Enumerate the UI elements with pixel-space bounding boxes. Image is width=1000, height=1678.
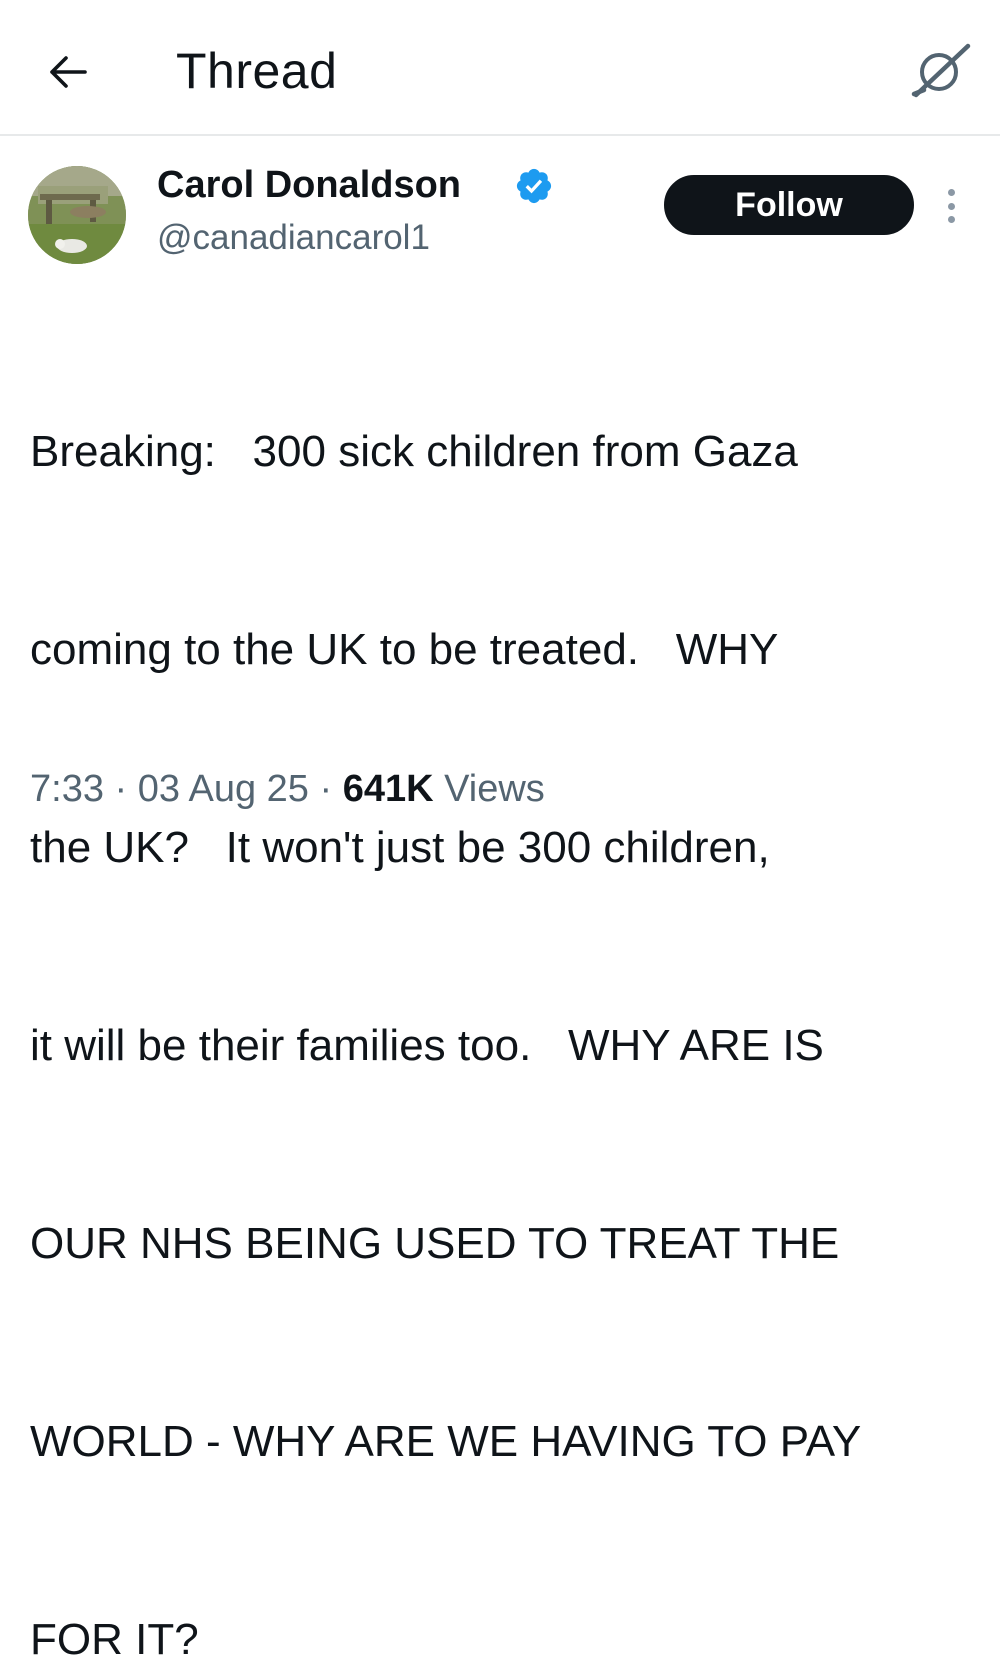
follow-button[interactable]: Follow	[664, 175, 914, 235]
page-title: Thread	[176, 43, 338, 99]
back-button[interactable]	[44, 48, 92, 96]
tweet-text-line: WORLD - WHY ARE WE HAVING TO PAY	[30, 1417, 862, 1466]
more-dot-icon	[947, 216, 955, 223]
tweet-metadata: 7:33 · 03 Aug 25 · 641K Views	[30, 762, 545, 816]
avatar[interactable]	[28, 166, 126, 264]
avatar-image	[28, 166, 126, 264]
tweet-text-line: OUR NHS BEING USED TO TREAT THE	[30, 1219, 840, 1268]
top-bar: Thread	[0, 0, 1000, 136]
tweet-text-line: FOR IT?	[30, 1615, 199, 1664]
tweet-text-line: the UK? It won't just be 300 children,	[30, 823, 770, 872]
grok-icon	[911, 43, 971, 98]
tweet-time[interactable]: 7:33	[30, 768, 104, 810]
arrow-left-icon	[50, 56, 87, 88]
tweet-date[interactable]: 03 Aug 25	[138, 768, 309, 810]
verified-badge-icon	[516, 168, 552, 204]
tweet-text-line: coming to the UK to be treated. WHY	[30, 625, 779, 674]
more-options-button[interactable]	[936, 183, 966, 229]
grok-button[interactable]	[908, 40, 974, 100]
tweet-text-line: Breaking: 300 sick children from Gaza	[30, 427, 798, 476]
author-handle[interactable]: @canadiancarol1	[157, 216, 430, 260]
author-display-name[interactable]: Carol Donaldson	[157, 162, 461, 208]
meta-separator: ·	[308, 768, 343, 810]
views-count[interactable]: 641K	[343, 768, 434, 810]
more-dot-icon	[947, 189, 955, 196]
meta-separator: ·	[103, 768, 138, 810]
more-dot-icon	[947, 202, 955, 210]
tweet-text: Breaking: 300 sick children from Gaza co…	[30, 287, 980, 1678]
views-label: Views	[433, 768, 545, 810]
tweet-text-line: it will be their families too. WHY ARE I…	[30, 1021, 824, 1070]
